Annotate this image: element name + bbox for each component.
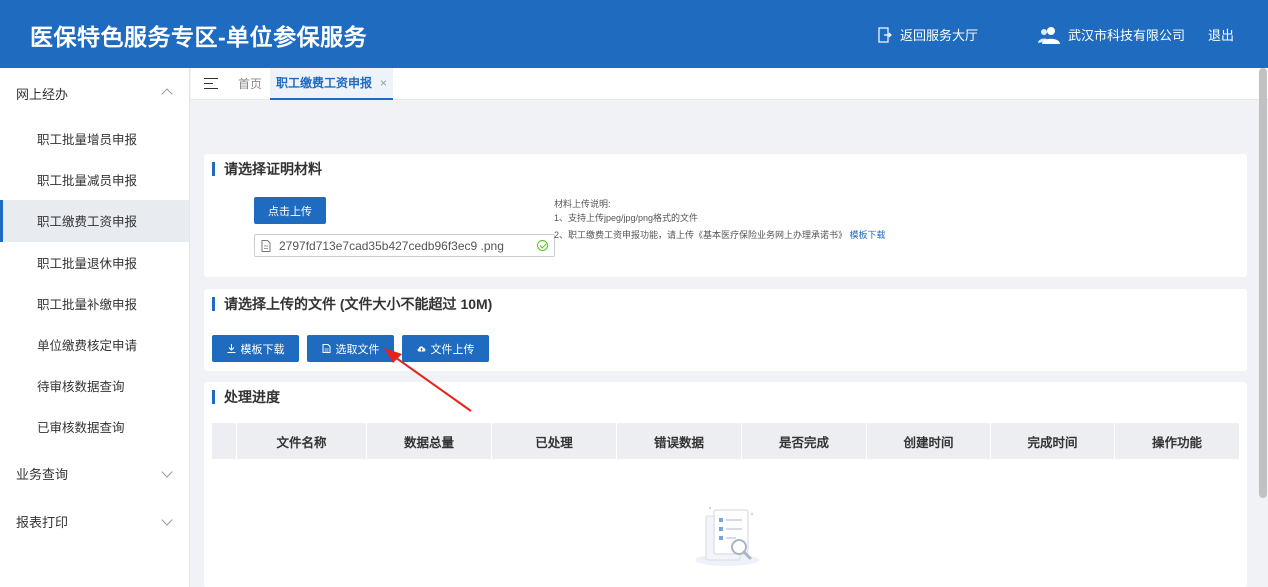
sidebar-group-label: 报表打印 — [16, 515, 69, 530]
close-icon[interactable]: × — [380, 76, 387, 90]
sidebar-item-pending-query[interactable]: 待审核数据查询 — [0, 365, 189, 406]
sidebar-item-payment-verify[interactable]: 单位缴费核定申请 — [0, 324, 189, 365]
sidebar-group-report-print[interactable]: 报表打印 — [0, 498, 189, 546]
section-title: 处理进度 — [212, 390, 280, 404]
chevron-down-icon — [161, 513, 173, 526]
tab-label: 职工缴费工资申报 — [276, 76, 373, 90]
sidebar-group-label: 网上经办 — [16, 86, 69, 102]
upload-file-card: 请选择上传的文件 (文件大小不能超过 10M) 模板下载 选取文件 文件上传 — [204, 289, 1247, 371]
uploaded-file-name: 2797fd713e7cad35b427cedb96f3ec9 .png — [279, 238, 504, 253]
chevron-up-icon — [161, 88, 173, 100]
logout-label: 退出 — [1208, 28, 1235, 43]
company-profile[interactable]: 武汉市科技有限公司 — [1038, 25, 1185, 44]
download-icon — [227, 344, 235, 353]
sidebar-item-batch-backpay[interactable]: 职工批量补缴申报 — [0, 283, 189, 324]
chevron-down-icon — [161, 465, 173, 478]
table-header-cell: 操作功能 — [1151, 435, 1202, 450]
document-icon — [322, 344, 330, 353]
template-download-link[interactable]: 模板下载 — [850, 230, 886, 240]
notes-line-2-wrap: 2、职工缴费工资申报功能，请上传《基本医疗保险业务网上办理承诺书》 模板下载 — [554, 228, 886, 242]
proof-materials-card: 请选择证明材料 点击上传 2797fd713e7cad35b427cedb96f… — [204, 154, 1247, 277]
table-header: 文件名称 数据总量 已处理 错误数据 是否完成 创建时间 完成时间 操作功能 — [212, 423, 1239, 459]
button-label: 选取文件 — [335, 343, 380, 356]
notes-line-1: 1、支持上传jpeg/jpg/png格式的文件 — [554, 213, 699, 223]
template-download-button[interactable]: 模板下载 — [212, 335, 299, 362]
processing-progress-card: 处理进度 文件名称 数据总量 已处理 错误数据 是否完成 创建时间 完成时间 操… — [204, 382, 1247, 587]
sidebar-item-reviewed-query[interactable]: 已审核数据查询 — [0, 406, 189, 447]
sidebar-group-business-query[interactable]: 业务查询 — [0, 450, 189, 498]
button-label: 模板下载 — [240, 343, 285, 356]
exit-door-icon — [878, 26, 892, 43]
empty-data-illustration — [695, 506, 759, 566]
sidebar-item-wage-declare[interactable]: 职工缴费工资申报 — [0, 200, 189, 242]
click-upload-button[interactable]: 点击上传 — [254, 197, 326, 224]
menu-collapse-icon[interactable] — [204, 77, 218, 90]
upload-notes: 材料上传说明: 1、支持上传jpeg/jpg/png格式的文件 2、职工缴费工资… — [554, 197, 886, 242]
back-to-hall-label: 返回服务大厅 — [900, 28, 979, 43]
table-header-cell: 创建时间 — [867, 423, 991, 459]
table-header-cell: 文件名称 — [237, 423, 367, 459]
logout-button[interactable]: 退出 — [1208, 25, 1234, 44]
sidebar-item-batch-add[interactable]: 职工批量增员申报 — [0, 118, 189, 159]
notes-line-2: 2、职工缴费工资申报功能，请上传《基本医疗保险业务网上办理承诺书》 — [554, 230, 848, 240]
back-to-hall-link[interactable]: 返回服务大厅 — [878, 25, 978, 44]
tab-bar: 首页 职工缴费工资申报 × — [191, 67, 1268, 100]
check-circle-icon — [537, 240, 548, 251]
notes-heading: 材料上传说明: — [554, 199, 611, 209]
table-header-select — [212, 423, 237, 459]
section-title: 请选择证明材料 — [212, 162, 322, 176]
sidebar-group-online[interactable]: 网上经办 — [0, 68, 189, 118]
annotation-arrow — [384, 348, 472, 412]
sidebar-item-batch-reduce[interactable]: 职工批量减员申报 — [0, 159, 189, 200]
section-title: 请选择上传的文件 (文件大小不能超过 10M) — [212, 297, 492, 311]
table-header-cell: 已处理 — [492, 423, 617, 459]
table-header-cell: 数据总量 — [367, 423, 492, 459]
table-header-cell: 是否完成 — [742, 423, 867, 459]
tab-wage-declare[interactable]: 职工缴费工资申报 × — [270, 67, 394, 100]
page-scrollbar[interactable] — [1259, 68, 1267, 498]
app-header: 医保特色服务专区-单位参保服务 返回服务大厅 武汉市科技有限公司 退出 — [0, 0, 1268, 68]
company-name: 武汉市科技有限公司 — [1068, 28, 1186, 43]
table-header-cell: 错误数据 — [617, 423, 742, 459]
sidebar-item-batch-retire[interactable]: 职工批量退休申报 — [0, 242, 189, 283]
document-icon — [261, 239, 271, 252]
table-header-cell: 完成时间 — [991, 423, 1115, 459]
app-title: 医保特色服务专区-单位参保服务 — [30, 24, 368, 50]
sidebar-group-label: 业务查询 — [16, 467, 69, 482]
uploaded-file-item[interactable]: 2797fd713e7cad35b427cedb96f3ec9 .png — [254, 234, 555, 257]
tab-home[interactable]: 首页 — [238, 75, 262, 92]
users-icon — [1038, 26, 1060, 44]
sidebar: 网上经办 职工批量增员申报 职工批量减员申报 职工缴费工资申报 职工批量退休申报… — [0, 68, 190, 587]
